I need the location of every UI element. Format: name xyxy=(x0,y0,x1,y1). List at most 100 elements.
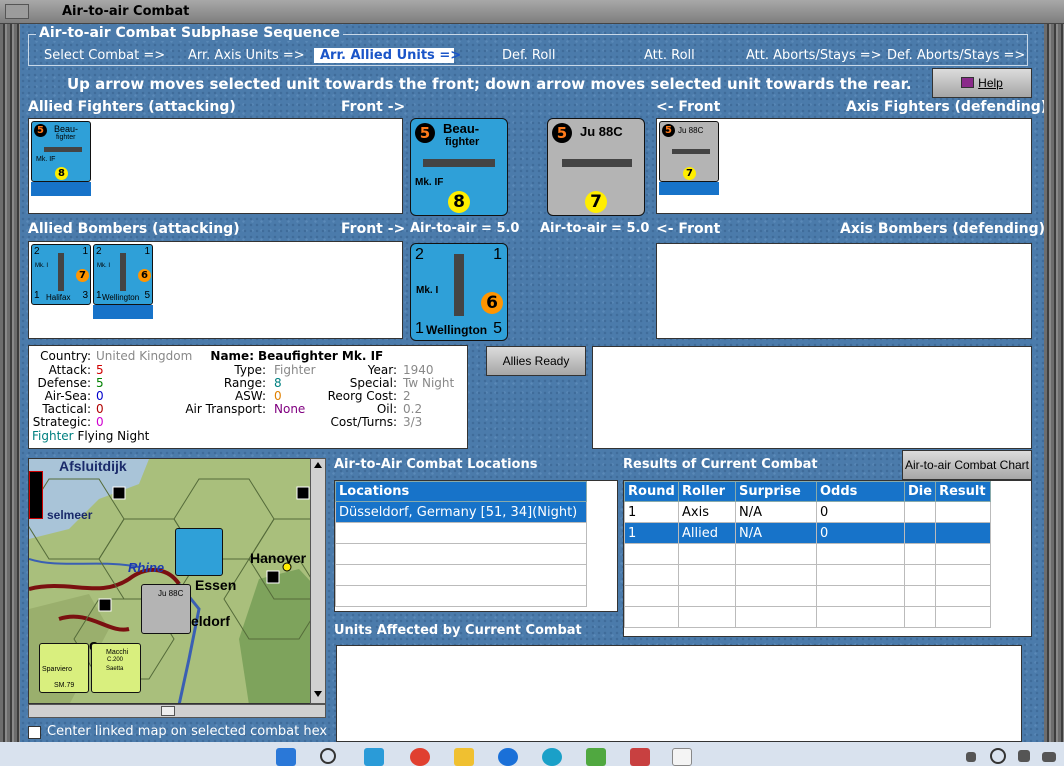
map-bomber-counter[interactable] xyxy=(175,528,223,576)
allied-air-to-air-value: Air-to-air = 5.0 xyxy=(410,221,520,236)
unit-attack: 2 xyxy=(34,246,40,257)
unit-value: 8 xyxy=(448,191,470,213)
axis-fighters-panel[interactable]: 5 Ju 88C 7 xyxy=(656,118,1032,214)
results-table-panel[interactable]: Round Roller Surprise Odds Die Result 1 … xyxy=(623,480,1032,637)
map-horizontal-scrollbar[interactable] xyxy=(28,704,326,718)
special-value: Tw Night xyxy=(403,376,455,390)
cell-round: 1 xyxy=(624,522,679,544)
unit-bottom-right: 5 xyxy=(493,320,502,337)
plane-icon xyxy=(454,254,464,316)
unit-bottom-left: 1 xyxy=(34,290,40,301)
allied-fighters-panel[interactable]: 5 Beau- fighter Mk. IF 8 xyxy=(28,118,403,214)
unit-flags: Fighter Flying Night xyxy=(32,429,149,443)
reorg-value: 2 xyxy=(403,389,411,403)
flying-night-flag: Flying Night xyxy=(77,429,150,443)
notepad-icon[interactable] xyxy=(672,748,692,766)
halifax-unit-small[interactable]: 2 1 Mk. I 7 1 Halifax 3 xyxy=(31,244,91,305)
title-bar: Air-to-air Combat xyxy=(0,0,1064,24)
location-row-empty xyxy=(335,543,587,565)
unit-mark: Mk. IF xyxy=(415,177,444,188)
front-label-axis: <- Front xyxy=(656,99,721,115)
start-icon[interactable] xyxy=(276,748,296,766)
map-italian-counter-2[interactable]: Macchi C.200 Saetta xyxy=(91,643,141,693)
counter-name-2: SM.79 xyxy=(54,682,75,689)
linked-map[interactable]: Afsluitdijk selmeer Rhine Essen Hanover … xyxy=(28,458,326,704)
locations-column-header[interactable]: Locations xyxy=(335,481,587,502)
map-vertical-scrollbar[interactable] xyxy=(310,458,326,704)
scroll-down-icon[interactable] xyxy=(314,691,322,697)
map-italian-counter-1[interactable]: Sparviero SM.79 xyxy=(39,643,89,693)
axis-fighters-label: Axis Fighters (defending) xyxy=(846,99,1044,115)
map-label-afsluitdijk: Afsluitdijk xyxy=(59,458,127,474)
edge-icon[interactable] xyxy=(542,748,562,766)
spreadsheet-icon[interactable] xyxy=(586,748,606,766)
beaufighter-unit-small[interactable]: 5 Beau- fighter Mk. IF 8 xyxy=(31,121,91,182)
strategic-value: 0 xyxy=(96,415,104,429)
axis-bombers-panel[interactable] xyxy=(656,243,1032,339)
wellington-unit-small[interactable]: 2 1 Mk. I 6 1 Wellington 5 xyxy=(93,244,153,305)
result-row-empty xyxy=(624,585,991,607)
help-app-icon[interactable] xyxy=(498,748,518,766)
game-icon[interactable] xyxy=(630,748,650,766)
unit-selection-bar xyxy=(31,182,91,196)
help-button[interactable]: Help xyxy=(932,68,1032,98)
wifi-icon[interactable] xyxy=(990,748,1006,764)
locations-table-panel[interactable]: Locations Düsseldorf, Germany [51, 34](N… xyxy=(334,480,618,612)
scroll-thumb[interactable] xyxy=(161,706,175,716)
allied-bombers-panel[interactable]: 2 1 Mk. I 7 1 Halifax 3 2 1 Mk. I 6 1 We… xyxy=(28,241,403,339)
unit-bottom-right: 3 xyxy=(82,290,88,301)
counter-name: Sparviero xyxy=(42,666,72,673)
strategic-label: Strategic: xyxy=(32,415,91,429)
battery-icon[interactable] xyxy=(1042,752,1056,762)
column-die[interactable]: Die xyxy=(903,481,937,502)
beaufighter-unit-large[interactable]: 5 Beau- fighter Mk. IF 8 xyxy=(410,118,508,216)
cell-odds: 0 xyxy=(816,501,905,523)
phase-def-aborts: Def. Aborts/Stays => xyxy=(887,48,1026,63)
unit-bottom-left: 1 xyxy=(96,290,102,301)
result-row[interactable]: 1 Axis N/A 0 xyxy=(624,501,991,523)
system-tray-icon[interactable] xyxy=(966,752,976,762)
map-ju88c-counter[interactable]: Ju 88C xyxy=(141,584,191,634)
app-icon[interactable] xyxy=(364,748,384,766)
unit-name: Beau- xyxy=(54,124,79,134)
cell-roller: Allied xyxy=(678,522,736,544)
unit-value: 6 xyxy=(481,292,503,314)
name-label: Name: xyxy=(210,349,254,363)
ju88c-unit-small[interactable]: 5 Ju 88C 7 xyxy=(659,121,719,182)
unit-name: Ju 88C xyxy=(678,126,704,135)
unit-mark: Mk. I xyxy=(416,285,439,296)
column-odds[interactable]: Odds xyxy=(816,481,905,502)
center-map-checkbox[interactable] xyxy=(28,726,41,739)
scroll-up-icon[interactable] xyxy=(314,462,322,468)
location-row[interactable]: Düsseldorf, Germany [51, 34](Night) xyxy=(335,501,587,523)
system-menu-button[interactable] xyxy=(5,4,29,19)
folder-icon[interactable] xyxy=(454,748,474,766)
unit-mark: Mk. I xyxy=(97,263,110,269)
column-round[interactable]: Round xyxy=(624,481,679,502)
volume-icon[interactable] xyxy=(1018,750,1030,762)
unit-name: Halifax xyxy=(46,293,71,302)
unit-selection-bar xyxy=(93,305,153,319)
range-label: Range: xyxy=(223,376,266,390)
map-unit-stack[interactable] xyxy=(29,471,43,519)
chrome-icon[interactable] xyxy=(410,748,430,766)
ju88c-unit-large[interactable]: 5 Ju 88C 7 xyxy=(547,118,645,216)
column-result[interactable]: Result xyxy=(935,481,991,502)
unit-mark: Mk. IF xyxy=(36,156,56,163)
phase-select-combat: Select Combat => xyxy=(44,48,166,63)
help-button-label: Help xyxy=(978,76,1003,90)
result-row-selected[interactable]: 1 Allied N/A 0 xyxy=(624,522,991,544)
wellington-unit-large[interactable]: 2 1 Mk. I 6 1 Wellington 5 xyxy=(410,243,508,341)
column-roller[interactable]: Roller xyxy=(678,481,736,502)
instruction-text: Up arrow moves selected unit towards the… xyxy=(67,75,912,93)
unit-defense: 1 xyxy=(493,246,502,263)
cell-die xyxy=(903,501,937,523)
front-label-axis-bombers: <- Front xyxy=(656,221,721,237)
allies-ready-button[interactable]: Allies Ready xyxy=(486,346,586,376)
unit-bottom-left: 1 xyxy=(415,320,424,337)
search-icon[interactable] xyxy=(320,748,336,764)
type-value: Fighter xyxy=(274,363,316,377)
air-to-air-combat-chart-button[interactable]: Air-to-air Combat Chart xyxy=(902,450,1032,480)
counter-name-2: C.200 xyxy=(107,657,124,663)
column-surprise[interactable]: Surprise xyxy=(735,481,817,502)
